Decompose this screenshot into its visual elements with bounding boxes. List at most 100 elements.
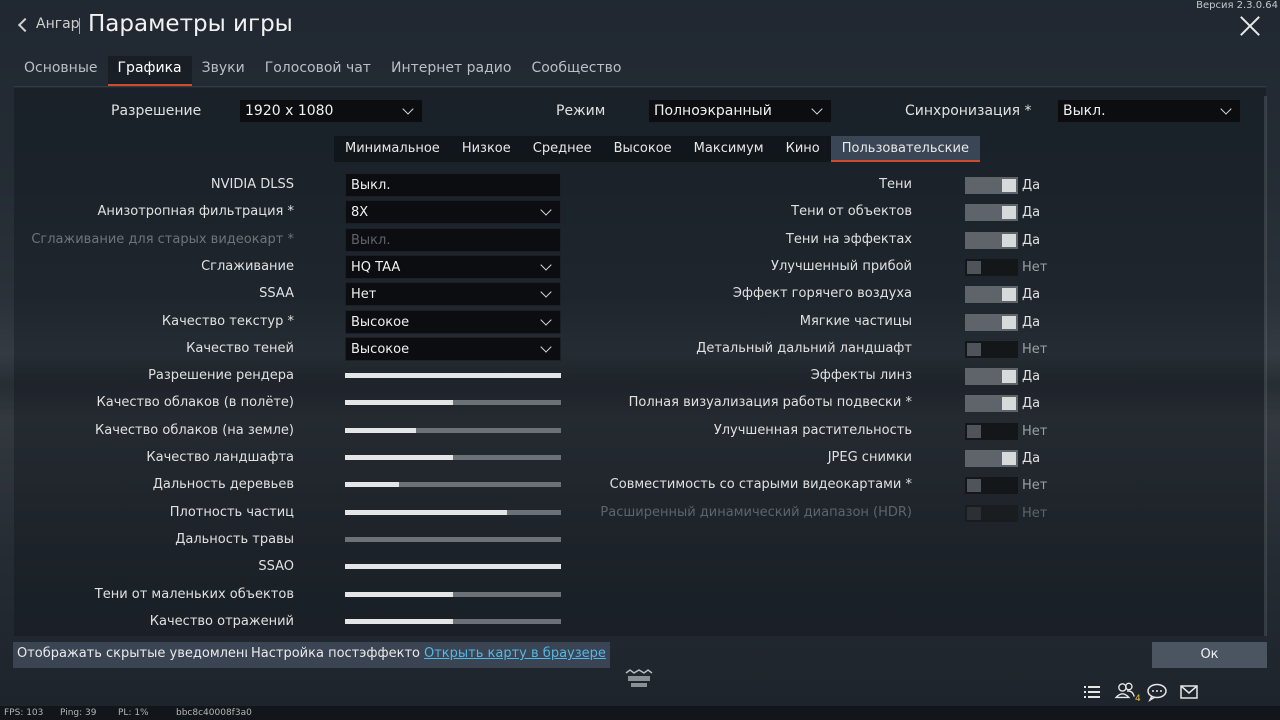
scrollbar[interactable] xyxy=(1264,96,1267,636)
chevron-down-icon xyxy=(811,103,823,115)
preset-1[interactable]: Минимальное xyxy=(334,136,451,162)
vsync-select[interactable]: Выкл. xyxy=(1057,99,1241,123)
toggle-switch xyxy=(965,504,1018,522)
toggle-switch[interactable] xyxy=(965,231,1018,249)
toggle-switch[interactable] xyxy=(965,477,1018,495)
setting-row: Дальность травы xyxy=(30,528,562,552)
toggle-knob xyxy=(967,479,981,493)
preset-6[interactable]: Кино xyxy=(775,136,831,162)
open-map-button[interactable]: Открыть карту в браузере xyxy=(420,642,610,668)
setting-slider[interactable] xyxy=(345,536,561,542)
toggle-switch[interactable] xyxy=(965,450,1018,467)
toggle-switch[interactable] xyxy=(965,340,1018,358)
slider-fill xyxy=(345,591,453,597)
toggle-switch[interactable] xyxy=(965,177,1018,194)
setting-value: Нет xyxy=(351,287,377,303)
toggle-row: Эффект горячего воздуха Да xyxy=(620,282,1060,306)
setting-select[interactable]: Нет xyxy=(345,282,561,307)
toggle-switch[interactable] xyxy=(965,286,1018,304)
toggle-row: Тени Да xyxy=(620,173,1060,197)
setting-row: Разрешение рендера xyxy=(30,364,562,388)
slider-fill xyxy=(345,564,561,570)
toggle-row: Эффекты линз Да xyxy=(620,364,1060,388)
setting-label: Сглаживание для старых видеокарт * xyxy=(31,231,294,247)
mode-label: Режим xyxy=(556,103,606,119)
toggle-knob xyxy=(1002,233,1016,247)
setting-row: SSAO xyxy=(30,555,562,579)
toggle-row: Мягкие частицы Да xyxy=(620,310,1060,334)
toggle-value: Нет xyxy=(1022,259,1048,275)
setting-field[interactable]: Выкл. xyxy=(345,173,561,197)
setting-slider[interactable] xyxy=(345,509,561,515)
toggle-knob xyxy=(1002,206,1016,220)
chat-icon[interactable] xyxy=(1147,682,1167,702)
toggle-label: JPEG снимки xyxy=(827,450,912,465)
toggle-switch[interactable] xyxy=(965,313,1018,331)
toggle-knob xyxy=(967,424,981,438)
toggle-row: JPEG снимки Да xyxy=(620,446,1060,470)
setting-value: 8X xyxy=(351,205,369,221)
toggle-value: Да xyxy=(1022,205,1041,221)
tab-5[interactable]: Интернет радио xyxy=(381,56,521,86)
show-hidden-notifications-button[interactable]: Отображать скрытые уведомления xyxy=(13,642,265,668)
chevron-down-icon xyxy=(1220,103,1232,115)
preset-7[interactable]: Пользовательские xyxy=(830,136,980,162)
close-button[interactable] xyxy=(1238,14,1262,38)
preset-3[interactable]: Среднее xyxy=(522,136,603,162)
preset-4[interactable]: Высокое xyxy=(603,136,683,162)
tab-3[interactable]: Звуки xyxy=(192,56,255,86)
slider-fill xyxy=(345,482,399,488)
tab-2[interactable]: Графика xyxy=(107,56,192,86)
tabs-divider xyxy=(14,86,1266,87)
slider-fill xyxy=(345,373,561,379)
setting-label: Анизотропная фильтрация * xyxy=(97,204,294,220)
toggle-row: Улучшенный прибой Нет xyxy=(620,255,1060,279)
setting-row: Сглаживание для старых видеокарт * Выкл. xyxy=(30,227,562,252)
setting-slider[interactable] xyxy=(345,591,561,597)
postfx-settings-button[interactable]: Настройка постэффектов xyxy=(247,642,432,668)
graphics-panel xyxy=(14,88,1266,636)
mode-select[interactable]: Полноэкранный xyxy=(648,99,832,123)
toggle-label: Эффект горячего воздуха xyxy=(732,286,912,302)
setting-select[interactable]: Высокое xyxy=(345,336,561,361)
slider-fill xyxy=(345,618,453,624)
setting-select[interactable]: HQ TAA xyxy=(345,254,561,279)
toggle-label: Мягкие частицы xyxy=(799,313,912,329)
tab-1[interactable]: Основные xyxy=(14,56,108,86)
tab-6[interactable]: Сообщество xyxy=(521,56,631,86)
toggle-switch[interactable] xyxy=(965,258,1018,276)
setting-label: Тени от маленьких объектов xyxy=(94,586,294,602)
setting-row: Сглаживание HQ TAA xyxy=(30,254,562,279)
setting-label: Качество облаков (на земле) xyxy=(95,422,294,438)
setting-row: Дальность деревьев xyxy=(30,473,562,497)
setting-select[interactable]: 8X xyxy=(345,200,561,225)
chevron-down-icon xyxy=(402,103,414,115)
resolution-select[interactable]: 1920 x 1080 xyxy=(239,99,423,123)
setting-slider[interactable] xyxy=(345,427,561,433)
setting-row: Плотность частиц xyxy=(30,501,562,525)
toggle-label: Совместимость со старыми видеокартами * xyxy=(609,477,912,493)
setting-slider[interactable] xyxy=(345,564,561,570)
back-button[interactable]: Ангар xyxy=(17,16,80,32)
toggle-row: Расширенный динамический диапазон (HDR) Н… xyxy=(600,501,1060,525)
setting-slider[interactable] xyxy=(345,482,561,488)
setting-slider[interactable] xyxy=(345,455,561,460)
setting-slider[interactable] xyxy=(345,618,561,624)
setting-row: Качество отражений xyxy=(30,610,562,634)
list-icon[interactable] xyxy=(1083,682,1101,702)
toggle-switch[interactable] xyxy=(965,395,1018,413)
preset-5[interactable]: Максимум xyxy=(683,136,775,162)
setting-label: NVIDIA DLSS xyxy=(210,177,294,192)
ok-button[interactable]: Ок xyxy=(1152,642,1267,668)
setting-slider[interactable] xyxy=(345,400,561,406)
setting-row: SSAA Нет xyxy=(30,282,562,307)
preset-2[interactable]: Низкое xyxy=(451,136,522,162)
toggle-switch[interactable] xyxy=(965,422,1018,440)
setting-select[interactable]: Высокое xyxy=(345,309,561,334)
mail-icon[interactable] xyxy=(1180,682,1198,702)
setting-slider[interactable] xyxy=(345,373,561,379)
toggle-switch[interactable] xyxy=(965,368,1018,386)
toggle-switch[interactable] xyxy=(965,204,1018,222)
chevron-down-icon xyxy=(540,204,552,216)
tab-4[interactable]: Голосовой чат xyxy=(255,56,381,86)
